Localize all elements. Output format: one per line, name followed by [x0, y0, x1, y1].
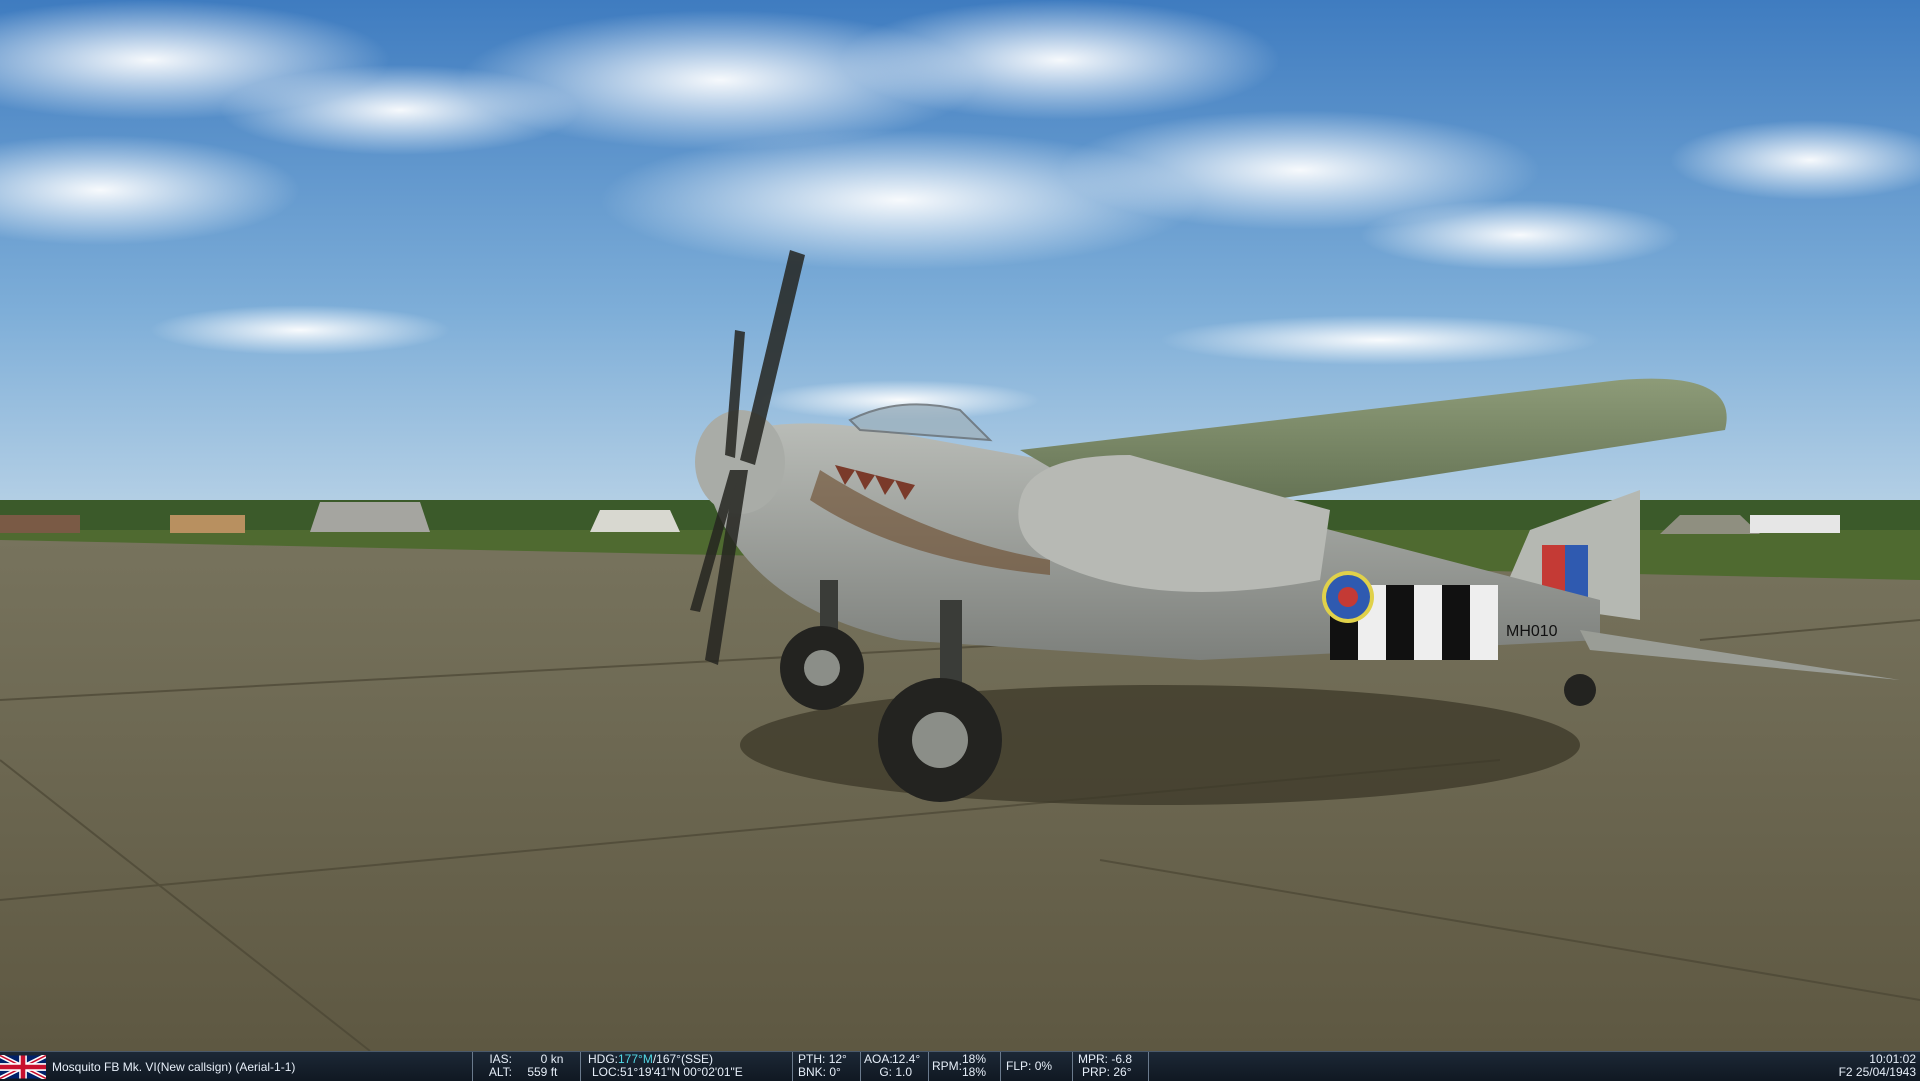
flight-status-bar: Mosquito FB Mk. VI(New callsign) (Aerial…: [0, 1051, 1920, 1081]
hdg-true-value: /167°(SSE): [652, 1052, 713, 1066]
mpr-label: MPR:: [1078, 1052, 1108, 1066]
pitch-bank-readout: PTH: 12° BNK: 0°: [798, 1053, 860, 1079]
hdg-label: HDG:: [588, 1052, 618, 1066]
aircraft-serial-marking: MH010: [1506, 623, 1558, 640]
pth-value: 12°: [828, 1052, 847, 1066]
flaps-readout: FLP: 0%: [1006, 1060, 1066, 1073]
ias-alt-readout: IAS: 0 kn ALT: 559 ft: [486, 1053, 570, 1079]
prp-value: 26°: [1113, 1065, 1132, 1079]
loc-value: 51°19'41"N 00°02'01"E: [620, 1065, 743, 1079]
game-scene: MH010: [0, 0, 1920, 1052]
g-label: G:: [879, 1065, 892, 1079]
rpm-readout: 18% 18%: [962, 1053, 992, 1079]
separator: [1000, 1052, 1001, 1081]
separator: [1072, 1052, 1073, 1081]
bnk-label: BNK:: [798, 1065, 827, 1079]
aoa-g-readout: AOA:12.4° G: 1.0: [864, 1053, 930, 1079]
prp-label: PRP:: [1082, 1065, 1111, 1079]
aircraft-shadow: [740, 685, 1580, 805]
heading-location-readout: HDG:177°M/167°(SSE) LOC:51°19'41"N 00°02…: [588, 1053, 788, 1079]
separator: [1148, 1052, 1149, 1081]
separator: [792, 1052, 793, 1081]
pth-label: PTH:: [798, 1052, 826, 1066]
mission-clock: 10:01:02 F2 25/04/1943: [1839, 1053, 1916, 1079]
separator: [860, 1052, 861, 1081]
alt-value: 559: [527, 1065, 548, 1079]
rpm-engine-2-value: 18%: [962, 1065, 987, 1079]
flp-value: 0%: [1034, 1059, 1053, 1073]
bnk-value: 0°: [829, 1065, 841, 1079]
ias-unit: kn: [550, 1052, 564, 1066]
flp-label: FLP:: [1006, 1059, 1032, 1073]
alt-label: ALT:: [488, 1065, 512, 1079]
separator: [928, 1052, 929, 1081]
manifold-prop-readout: MPR: -6.8 PRP: 26°: [1078, 1053, 1158, 1079]
alt-unit: ft: [550, 1065, 558, 1079]
clock-date: F2 25/04/1943: [1838, 1065, 1916, 1079]
hdg-magnetic-value: 177°M: [618, 1052, 653, 1066]
mpr-value: -6.8: [1111, 1052, 1133, 1066]
g-value: 1.0: [895, 1065, 913, 1079]
separator: [472, 1052, 473, 1081]
aoa-value: 12.4°: [892, 1052, 921, 1066]
separator: [580, 1052, 581, 1081]
loc-label: LOC:: [592, 1065, 621, 1079]
aircraft-name: Mosquito FB Mk. VI(New callsign) (Aerial…: [52, 1060, 296, 1074]
union-jack-icon: [0, 1055, 46, 1079]
